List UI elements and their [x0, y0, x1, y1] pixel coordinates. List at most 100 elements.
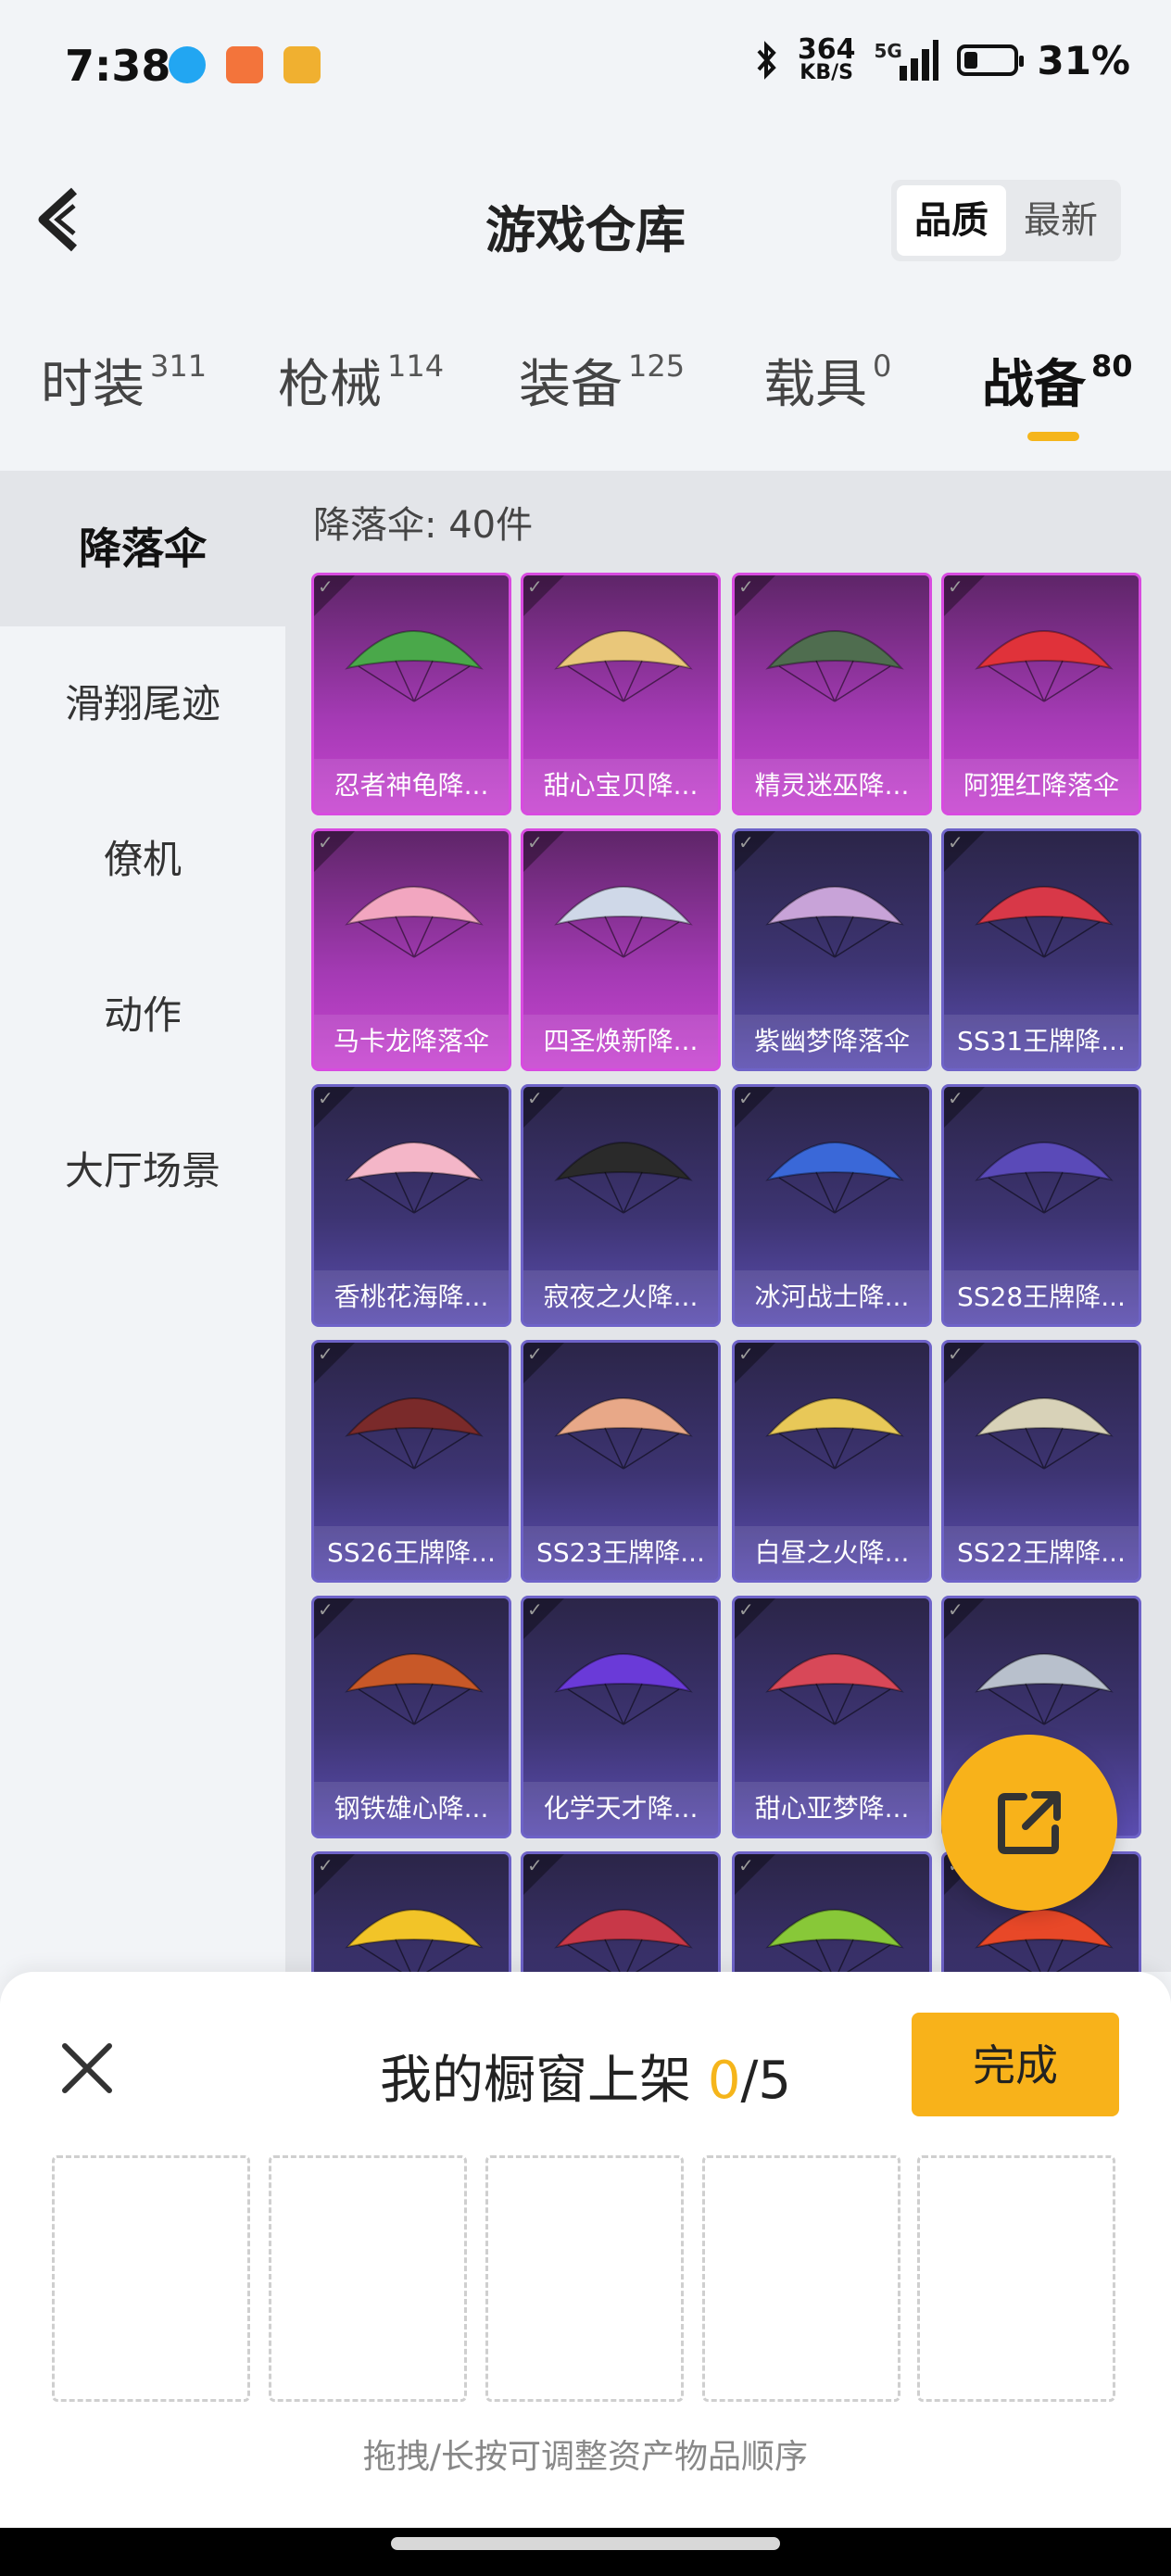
- parachute-icon: [975, 630, 1114, 702]
- showcase-slot-3[interactable]: [485, 2155, 684, 2402]
- parachute-card[interactable]: 冰河战士降...: [732, 1084, 932, 1327]
- check-corner-icon: [523, 1598, 564, 1639]
- sidebar-item-glide-trail[interactable]: 滑翔尾迹: [0, 626, 285, 782]
- parachute-card[interactable]: SS22王牌降...: [941, 1340, 1141, 1583]
- check-corner-icon: [735, 1343, 775, 1383]
- parachute-name: 甜心宝贝降...: [523, 759, 718, 813]
- parachute-name: 甜心亚梦降...: [735, 1782, 929, 1836]
- tab-vehicles[interactable]: 载具 0: [763, 343, 891, 445]
- sidebar-item-wingman[interactable]: 僚机: [0, 782, 285, 938]
- header: 游戏仓库 品质 最新: [0, 139, 1171, 306]
- showcase-slot-1[interactable]: [52, 2155, 250, 2402]
- battery-icon: [957, 44, 1025, 76]
- parachute-icon: [345, 1909, 484, 1972]
- parachute-card[interactable]: 甜心亚梦降...: [732, 1596, 932, 1838]
- home-indicator[interactable]: [391, 2537, 780, 2550]
- sidebar-item-parachute[interactable]: 降落伞: [0, 471, 285, 626]
- battery-percent: 31%: [1037, 37, 1130, 83]
- parachute-card[interactable]: 白昼之火降...: [732, 1340, 932, 1583]
- parachute-name: 香桃花海降...: [314, 1270, 509, 1324]
- tab-equipment[interactable]: 装备 125: [519, 343, 685, 445]
- sidebar: 降落伞 滑翔尾迹 僚机 动作 大厅场景: [0, 471, 285, 1972]
- parachute-card[interactable]: 马卡龙降落伞: [311, 828, 511, 1071]
- tab-label: 载具: [763, 355, 867, 415]
- parachute-icon: [554, 1909, 693, 1972]
- done-button[interactable]: 完成: [912, 2013, 1119, 2116]
- parachute-card[interactable]: 精灵迷巫降...: [732, 573, 932, 815]
- tab-fashion[interactable]: 时装 311: [41, 343, 207, 445]
- parachute-icon: [765, 886, 904, 958]
- status-time: 7:38: [65, 41, 171, 91]
- check-corner-icon: [944, 1598, 985, 1639]
- tab-firearms[interactable]: 枪械 114: [278, 343, 444, 445]
- showcase-current-count: 0: [707, 2051, 741, 2111]
- parachute-card[interactable]: 阿狸红降落伞: [941, 573, 1141, 815]
- parachute-card[interactable]: [521, 1851, 721, 1972]
- showcase-panel: 我的橱窗上架 0/5 完成 拖拽/长按可调整资产物品顺序: [0, 1972, 1171, 2528]
- parachute-name: SS23王牌降...: [523, 1526, 718, 1580]
- parachute-name: 化学天才降...: [523, 1782, 718, 1836]
- parachute-icon: [554, 630, 693, 702]
- item-count-label: 降落伞: 40件: [313, 504, 534, 547]
- parachute-name: 马卡龙降落伞: [314, 1015, 509, 1068]
- parachute-card[interactable]: SS26王牌降...: [311, 1340, 511, 1583]
- check-corner-icon: [735, 831, 775, 872]
- parachute-card[interactable]: 甜心宝贝降...: [521, 573, 721, 815]
- parachute-icon: [975, 1653, 1114, 1725]
- parachute-name: 寂夜之火降...: [523, 1270, 718, 1324]
- parachute-card[interactable]: 香桃花海降...: [311, 1084, 511, 1327]
- parachute-name: 忍者神龟降...: [314, 759, 509, 813]
- check-corner-icon: [523, 831, 564, 872]
- check-corner-icon: [523, 1087, 564, 1128]
- parachute-card[interactable]: 化学天才降...: [521, 1596, 721, 1838]
- parachute-icon: [975, 1397, 1114, 1470]
- parachute-card[interactable]: 寂夜之火降...: [521, 1084, 721, 1327]
- bluetooth-icon: [757, 41, 776, 80]
- tab-readiness[interactable]: 战备 80: [982, 343, 1133, 445]
- parachute-icon: [765, 1142, 904, 1214]
- showcase-slot-2[interactable]: [269, 2155, 467, 2402]
- showcase-slot-5[interactable]: [917, 2155, 1115, 2402]
- parachute-name: 冰河战士降...: [735, 1270, 929, 1324]
- check-corner-icon: [944, 1343, 985, 1383]
- tab-label: 枪械: [278, 355, 382, 415]
- check-corner-icon: [735, 1087, 775, 1128]
- check-corner-icon: [314, 1598, 355, 1639]
- reorder-hint: 拖拽/长按可调整资产物品顺序: [362, 2438, 809, 2476]
- parachute-icon: [345, 886, 484, 958]
- showcase-slot-4[interactable]: [702, 2155, 900, 2402]
- game-controller-icon: [226, 46, 263, 83]
- check-corner-icon: [314, 1854, 355, 1895]
- check-corner-icon: [523, 575, 564, 616]
- parachute-icon: [765, 1909, 904, 1972]
- parachute-card[interactable]: 钢铁雄心降...: [311, 1596, 511, 1838]
- parachute-card[interactable]: [311, 1851, 511, 1972]
- active-tab-indicator: [1027, 432, 1079, 441]
- parachute-card[interactable]: 紫幽梦降落伞: [732, 828, 932, 1071]
- parachute-name: SS31王牌降...: [944, 1015, 1139, 1068]
- tab-count: 80: [1091, 348, 1133, 384]
- sort-latest-button[interactable]: 最新: [1006, 185, 1115, 256]
- parachute-card[interactable]: [732, 1851, 932, 1972]
- parachute-card[interactable]: 四圣焕新降...: [521, 828, 721, 1071]
- parachute-icon: [554, 1397, 693, 1470]
- sidebar-item-lobby-scene[interactable]: 大厅场景: [0, 1093, 285, 1249]
- share-button[interactable]: [941, 1735, 1117, 1911]
- tab-label: 装备: [519, 355, 623, 415]
- check-corner-icon: [735, 1598, 775, 1639]
- parachute-card[interactable]: SS31王牌降...: [941, 828, 1141, 1071]
- parachute-icon: [554, 1653, 693, 1725]
- sort-quality-button[interactable]: 品质: [897, 185, 1006, 256]
- parachute-card[interactable]: 忍者神龟降...: [311, 573, 511, 815]
- parachute-icon: [554, 886, 693, 958]
- parachute-card[interactable]: SS23王牌降...: [521, 1340, 721, 1583]
- parachute-icon: [345, 630, 484, 702]
- tab-count: 114: [387, 348, 445, 384]
- sort-toggle: 品质 最新: [891, 180, 1121, 261]
- signal-5g-icon: 5G: [874, 40, 939, 81]
- parachute-icon: [765, 630, 904, 702]
- sidebar-item-emote[interactable]: 动作: [0, 938, 285, 1093]
- category-tabs: 时装 311 枪械 114 装备 125 载具 0 战备 80: [0, 343, 1171, 454]
- check-corner-icon: [523, 1343, 564, 1383]
- parachute-card[interactable]: SS28王牌降...: [941, 1084, 1141, 1327]
